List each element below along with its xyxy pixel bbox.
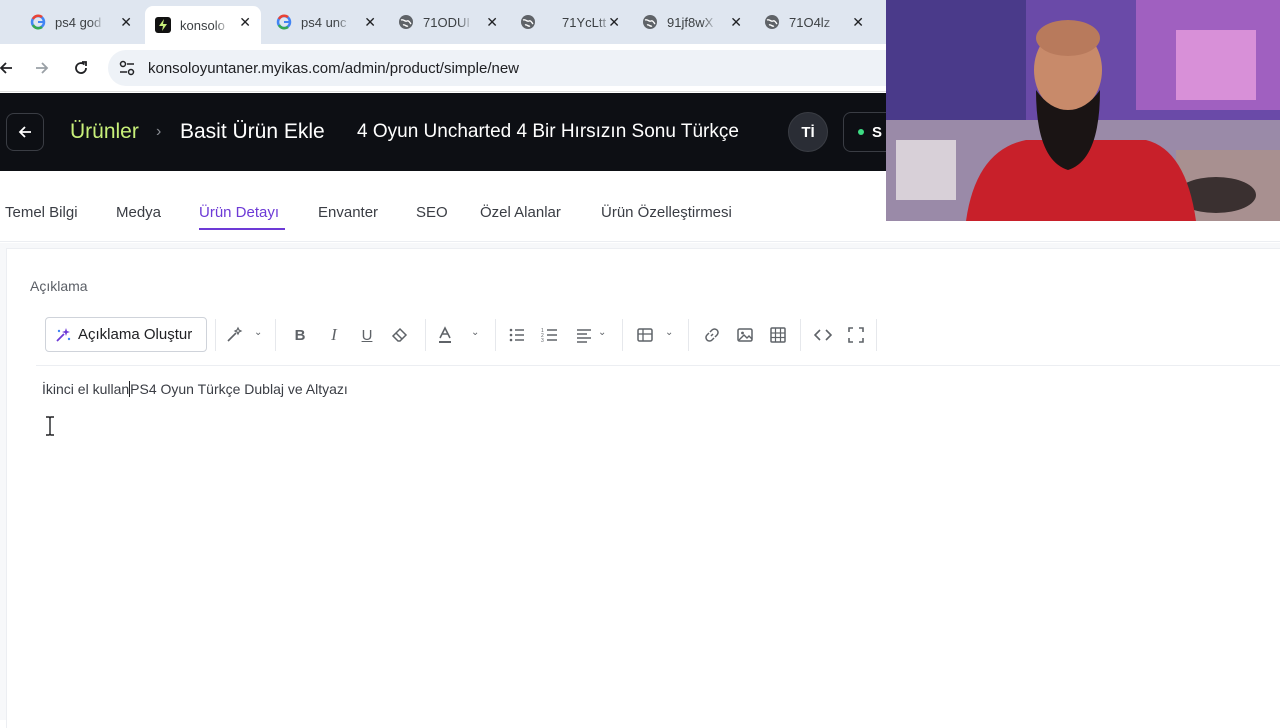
editor-toolbar xyxy=(36,310,1280,366)
tab-title: 71YcLtt xyxy=(562,14,607,30)
tab-seo[interactable]: SEO xyxy=(416,204,448,221)
ai-sparkle-icon xyxy=(54,326,72,344)
breadcrumb-current: Basit Ürün Ekle xyxy=(180,120,325,143)
chevron-down-icon[interactable]: ⌄ xyxy=(254,327,262,338)
browser-tab[interactable]: 71YcLtt ✕ xyxy=(510,6,630,38)
browser-tab[interactable]: 91jf8wX ✕ xyxy=(632,6,752,38)
save-button-label: S xyxy=(872,124,883,141)
chevron-down-icon[interactable]: ⌄ xyxy=(598,327,606,338)
eraser-icon[interactable] xyxy=(391,326,409,344)
fullscreen-icon[interactable] xyxy=(847,326,865,344)
tab-title: 91jf8wX xyxy=(667,14,714,30)
svg-text:3: 3 xyxy=(541,338,544,344)
close-icon[interactable]: ✕ xyxy=(239,14,251,30)
tab-ozel-alanlar[interactable]: Özel Alanlar xyxy=(480,204,561,221)
close-icon[interactable]: ✕ xyxy=(364,14,376,30)
avatar[interactable]: Tİ xyxy=(788,112,828,152)
close-icon[interactable]: ✕ xyxy=(730,14,742,30)
chevron-right-icon: › xyxy=(156,123,162,140)
close-icon[interactable]: ✕ xyxy=(486,14,498,30)
globe-icon xyxy=(520,14,536,30)
arrow-left-icon xyxy=(18,126,31,138)
url-text: konsoloyuntaner.myikas.com/admin/product… xyxy=(148,60,520,77)
grid-table-icon[interactable] xyxy=(769,326,787,344)
editor-text-before-caret: İkinci el kullan xyxy=(42,381,130,397)
tab-title: ps4 god xyxy=(55,14,102,30)
description-editor[interactable]: İkinci el kullanPS4 Oyun Türkçe Dublaj v… xyxy=(42,381,348,397)
tab-medya[interactable]: Medya xyxy=(116,204,161,221)
toolbar-divider xyxy=(425,319,426,351)
webcam-person-image xyxy=(886,0,1280,221)
google-icon xyxy=(30,14,46,30)
browser-tab[interactable]: 71ODUI ✕ xyxy=(388,6,508,38)
close-icon[interactable]: ✕ xyxy=(120,14,132,30)
back-button[interactable] xyxy=(6,113,44,151)
tab-title: konsolo xyxy=(180,17,225,33)
magic-wand-icon[interactable] xyxy=(225,326,243,344)
tab-title: 71ODUI xyxy=(423,14,470,30)
tab-envanter[interactable]: Envanter xyxy=(318,204,378,221)
webcam-overlay xyxy=(886,0,1280,221)
globe-icon xyxy=(642,14,658,30)
toolbar-divider xyxy=(275,319,276,351)
toolbar-divider xyxy=(800,319,801,351)
code-icon[interactable] xyxy=(814,326,832,344)
active-tab-indicator xyxy=(199,228,285,230)
omnibox[interactable]: konsoloyuntaner.myikas.com/admin/product… xyxy=(108,50,1008,86)
ikas-bolt-icon xyxy=(155,17,171,33)
toolbar-divider xyxy=(622,319,623,351)
toolbar-divider xyxy=(688,319,689,351)
tab-title: ps4 unc xyxy=(301,14,347,30)
toolbar-divider xyxy=(495,319,496,351)
generate-description-button[interactable]: Açıklama Oluştur xyxy=(45,317,207,352)
breadcrumb-products[interactable]: Ürünler xyxy=(70,120,139,144)
description-label: Açıklama xyxy=(30,278,88,294)
image-icon[interactable] xyxy=(736,326,754,344)
editor-text-after-caret: PS4 Oyun Türkçe Dublaj ve Altyazı xyxy=(130,381,348,397)
status-dot-icon xyxy=(858,129,864,135)
close-icon[interactable]: ✕ xyxy=(852,14,864,30)
tab-temel-bilgi[interactable]: Temel Bilgi xyxy=(5,204,78,221)
reload-icon[interactable] xyxy=(69,56,93,80)
site-info-icon[interactable] xyxy=(118,59,136,82)
toolbar-divider xyxy=(215,319,216,351)
forward-arrow-icon[interactable] xyxy=(30,56,54,80)
bold-icon[interactable]: B xyxy=(291,326,309,344)
italic-icon[interactable]: I xyxy=(325,325,343,344)
tab-urun-ozellestirmesi[interactable]: Ürün Özelleştirmesi xyxy=(601,204,732,221)
text-cursor-icon xyxy=(44,416,56,441)
tab-title: 71O4lz xyxy=(789,14,831,30)
chevron-down-icon[interactable]: ⌄ xyxy=(665,327,673,338)
numbered-list-icon[interactable]: 123 xyxy=(541,326,559,344)
table-icon[interactable] xyxy=(636,326,654,344)
generate-description-label: Açıklama Oluştur xyxy=(78,326,193,343)
browser-tab[interactable]: 71O4lz ✕ xyxy=(754,6,874,38)
tab-urun-detayi[interactable]: Ürün Detayı xyxy=(199,204,279,221)
google-icon xyxy=(276,14,292,30)
globe-icon xyxy=(764,14,780,30)
chevron-down-icon[interactable]: ⌄ xyxy=(471,327,479,338)
bullet-list-icon[interactable] xyxy=(508,326,526,344)
product-title: 4 Oyun Uncharted 4 Bir Hırsızın Sonu Tür… xyxy=(357,121,739,142)
globe-icon xyxy=(398,14,414,30)
toolbar-divider xyxy=(876,319,877,351)
browser-tab-active[interactable]: konsolo ✕ xyxy=(145,6,261,44)
text-color-icon[interactable] xyxy=(436,326,454,344)
align-left-icon[interactable] xyxy=(575,326,593,344)
close-icon[interactable]: ✕ xyxy=(608,14,620,30)
back-arrow-icon[interactable] xyxy=(0,56,18,80)
browser-tab[interactable]: ps4 unc ✕ xyxy=(266,6,386,38)
browser-tab[interactable]: ps4 god ✕ xyxy=(20,6,142,38)
link-icon[interactable] xyxy=(703,326,721,344)
underline-icon[interactable]: U xyxy=(358,326,376,344)
